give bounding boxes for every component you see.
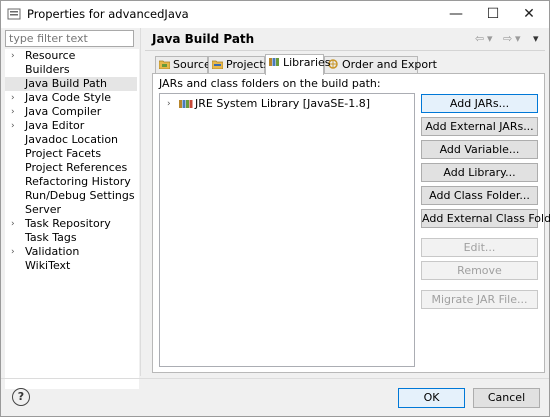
sidebar-item-label: Project Facets [25, 147, 102, 160]
edit-button[interactable]: Edit... [421, 238, 538, 257]
libraries-icon [269, 58, 279, 66]
tab-label: Projects [226, 58, 270, 71]
sidebar-item-label: Task Tags [25, 231, 77, 244]
sidebar-item-validation[interactable]: › Validation [5, 245, 137, 259]
tab-source[interactable]: Source [155, 56, 211, 74]
remove-button[interactable]: Remove [421, 261, 538, 280]
properties-dialog: Properties for advancedJava — ☐ ✕ › Resou… [0, 0, 550, 417]
sidebar-item-java-compiler[interactable]: › Java Compiler [5, 105, 137, 119]
add-class-folder-button[interactable]: Add Class Folder... [421, 186, 538, 205]
sidebar-item-javadoc-location[interactable]: Javadoc Location [5, 133, 137, 147]
tab-order-and-export[interactable]: Order and Export [324, 56, 437, 74]
sidebar-item-label: Java Build Path [25, 77, 108, 90]
add-library-button[interactable]: Add Library... [421, 163, 538, 182]
sidebar-item-label: Task Repository [25, 217, 111, 230]
sidebar-item-java-code-style[interactable]: › Java Code Style [5, 91, 137, 105]
sidebar-item-label: WikiText [25, 259, 71, 272]
chevron-right-icon[interactable]: › [11, 245, 15, 259]
sidebar-item-java-editor[interactable]: › Java Editor [5, 119, 137, 133]
sidebar-item-label: Project References [25, 161, 128, 174]
help-icon[interactable]: ? [12, 388, 30, 406]
source-folder-icon [159, 60, 170, 69]
sidebar-item-builders[interactable]: Builders [5, 63, 137, 77]
ok-button[interactable]: OK [398, 388, 465, 408]
forward-menu-icon[interactable]: ▾ [515, 32, 521, 45]
back-arrow-icon[interactable]: ⇦ [475, 32, 484, 45]
chevron-right-icon[interactable]: › [11, 217, 15, 231]
add-external-class-folder-button[interactable]: Add External Class Folder... [421, 209, 550, 228]
sidebar-item-label: Java Compiler [25, 105, 102, 118]
sidebar-item-task-repository[interactable]: › Task Repository [5, 217, 137, 231]
minimize-button[interactable]: — [439, 3, 473, 25]
add-jars-button[interactable]: Add JARs... [421, 94, 538, 113]
chevron-right-icon[interactable]: › [11, 91, 15, 105]
sidebar-item-refactoring-history[interactable]: Refactoring History [5, 175, 137, 189]
sidebar-item-server[interactable]: Server [5, 203, 137, 217]
cancel-button[interactable]: Cancel [473, 388, 540, 408]
maximize-button[interactable]: ☐ [476, 3, 510, 25]
sidebar-item-label: Java Editor [25, 119, 85, 132]
sidebar-item-label: Run/Debug Settings [25, 189, 135, 202]
sidebar-item-label: Javadoc Location [25, 133, 119, 146]
back-menu-icon[interactable]: ▾ [487, 32, 493, 45]
sidebar-item-java-build-path[interactable]: Java Build Path [5, 77, 137, 91]
page-title: Java Build Path [152, 32, 255, 46]
sidebar-item-label: Refactoring History [25, 175, 131, 188]
chevron-right-icon[interactable]: › [167, 97, 171, 111]
sidebar-tree: › Resource Builders Java Build Path › Java… [5, 49, 139, 389]
sidebar: › Resource Builders Java Build Path › Java… [5, 30, 139, 389]
view-menu-icon[interactable]: ▾ [533, 32, 539, 45]
projects-icon [212, 60, 223, 69]
sidebar-item-label: Java Code Style [25, 91, 112, 104]
sidebar-item-run-debug-settings[interactable]: Run/Debug Settings [5, 189, 137, 203]
jars-list-label: JARs and class folders on the build path… [159, 77, 381, 90]
tree-item-label: JRE System Library [JavaSE-1.8] [195, 97, 371, 110]
tab-label: Libraries [283, 56, 331, 69]
sidebar-item-project-facets[interactable]: Project Facets [5, 147, 137, 161]
sidebar-item-label: Builders [25, 63, 70, 76]
libraries-tree[interactable]: › JRE System Library [JavaSE-1.8] [159, 93, 415, 367]
tab-projects[interactable]: Projects [208, 56, 269, 74]
window-title: Properties for advancedJava [27, 7, 189, 21]
migrate-jar-button[interactable]: Migrate JAR File... [421, 290, 538, 309]
chevron-right-icon[interactable]: › [11, 119, 15, 133]
eclipse-app-icon [7, 8, 21, 20]
forward-arrow-icon[interactable]: ⇨ [503, 32, 512, 45]
title-bar: Properties for advancedJava — ☐ ✕ [1, 1, 549, 28]
sidebar-item-label: Validation [25, 245, 80, 258]
sidebar-item-wikitext[interactable]: WikiText [5, 259, 137, 273]
tab-label: Source [173, 58, 211, 71]
chevron-right-icon[interactable]: › [11, 49, 15, 63]
chevron-right-icon[interactable]: › [11, 105, 15, 119]
sidebar-item-label: Resource [25, 49, 76, 62]
add-variable-button[interactable]: Add Variable... [421, 140, 538, 159]
close-button[interactable]: ✕ [512, 3, 546, 25]
tab-label: Order and Export [342, 58, 437, 71]
sidebar-item-project-references[interactable]: Project References [5, 161, 137, 175]
sidebar-item-task-tags[interactable]: Task Tags [5, 231, 137, 245]
pane-splitter[interactable] [140, 28, 141, 376]
header-divider [145, 50, 545, 51]
add-external-jars-button[interactable]: Add External JARs... [421, 117, 538, 136]
filter-input[interactable] [5, 30, 134, 47]
sidebar-item-resource[interactable]: › Resource [5, 49, 137, 63]
sidebar-item-label: Server [25, 203, 62, 216]
tab-libraries[interactable]: Libraries [265, 54, 331, 75]
library-icon [179, 100, 193, 108]
footer-divider [1, 378, 549, 379]
